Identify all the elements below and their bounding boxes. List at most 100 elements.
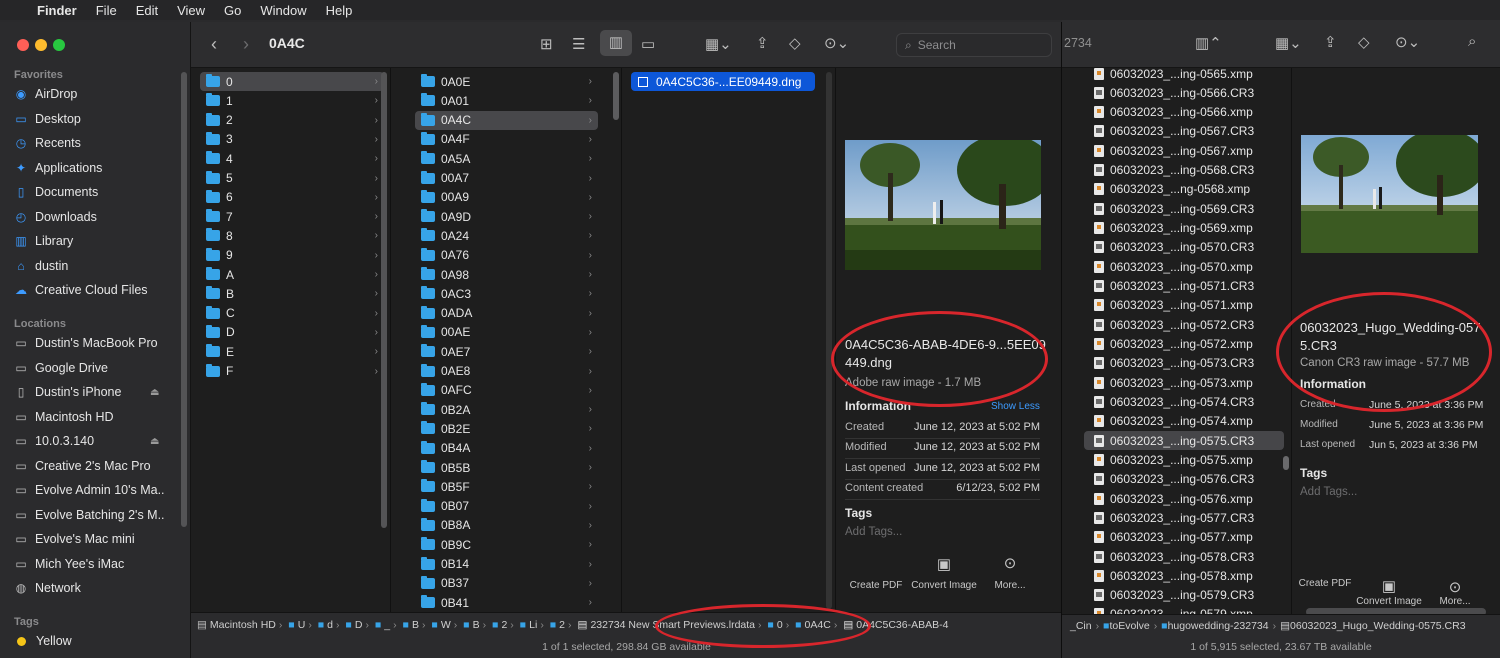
sidebar-item[interactable]: ▭ Creative 2's Mac Pro bbox=[14, 455, 164, 477]
create-pdf-button[interactable]: Create PDF bbox=[1292, 578, 1358, 589]
gallery-view-icon[interactable]: ▭ bbox=[641, 35, 655, 53]
column2-folder-row[interactable]: 0A76 › bbox=[415, 246, 598, 265]
share-icon[interactable]: ⇪ bbox=[756, 34, 769, 52]
path-item[interactable]: Macintosh HD bbox=[210, 619, 276, 631]
file-row[interactable]: 06032023_...ing-0571.CR3 bbox=[1084, 277, 1284, 296]
path-item[interactable]: hugowedding-232734 bbox=[1168, 620, 1269, 632]
column2-folder-row[interactable]: 0B41 › bbox=[415, 593, 598, 612]
sidebar-item[interactable]: ✦ Applications bbox=[14, 157, 164, 179]
sidebar-item[interactable]: ◉ AirDrop bbox=[14, 83, 164, 105]
sidebar-item[interactable]: ▭ Desktop bbox=[14, 108, 164, 130]
menu-go[interactable]: Go bbox=[224, 3, 241, 18]
path-item[interactable]: d bbox=[327, 619, 333, 631]
sidebar-item[interactable]: ▯ Dustin's iPhone bbox=[14, 381, 164, 403]
sidebar-item[interactable]: ▭ Evolve Batching 2's M... bbox=[14, 504, 164, 526]
column1-folder-row[interactable]: A › bbox=[200, 265, 384, 284]
menu-window[interactable]: Window bbox=[260, 3, 306, 18]
file-row[interactable]: 06032023_...ing-0572.CR3 bbox=[1084, 315, 1284, 334]
file-row[interactable]: 06032023_...ing-0576.xmp bbox=[1084, 489, 1284, 508]
view-columns-icon[interactable]: ▥⌃ bbox=[1195, 34, 1222, 52]
sidebar-item[interactable]: ▭ Mich Yee's iMac bbox=[14, 553, 164, 575]
file-row[interactable]: 06032023_...ing-0571.xmp bbox=[1084, 296, 1284, 315]
menu-finder[interactable]: Finder bbox=[37, 3, 77, 18]
zoom-icon[interactable] bbox=[53, 39, 65, 51]
eject-icon[interactable]: ⏏ bbox=[150, 436, 159, 447]
column1-folder-row[interactable]: B › bbox=[200, 284, 384, 303]
file-row[interactable]: 06032023_...ing-0578.xmp bbox=[1084, 566, 1284, 585]
back-window-scrollbar[interactable] bbox=[1283, 456, 1289, 470]
add-tags-field[interactable]: Add Tags... bbox=[1300, 486, 1357, 498]
eject-icon[interactable]: ⏏ bbox=[150, 387, 159, 398]
sidebar-item[interactable]: ▥ Library bbox=[14, 230, 164, 252]
sidebar-item[interactable]: ▭ Macintosh HD bbox=[14, 406, 164, 428]
column1-folder-row[interactable]: F › bbox=[200, 362, 384, 381]
path-item[interactable]: 06032023_Hugo_Wedding-0575.CR3 bbox=[1290, 620, 1466, 632]
column1-folder-row[interactable]: E › bbox=[200, 342, 384, 361]
column2-folder-row[interactable]: 0B9C › bbox=[415, 535, 598, 554]
tag-icon[interactable]: ◇ bbox=[1358, 33, 1370, 51]
convert-image-button[interactable]: ▣ Convert Image bbox=[909, 554, 979, 592]
file-row[interactable]: 06032023_...ing-0577.CR3 bbox=[1084, 508, 1284, 527]
column2-folder-row[interactable]: 0B4A › bbox=[415, 439, 598, 458]
file-row[interactable]: 06032023_...ing-0573.xmp bbox=[1084, 373, 1284, 392]
file-row[interactable]: 06032023_...ing-0579.CR3 bbox=[1084, 586, 1284, 605]
sidebar-item[interactable]: ▭ 10.0.3.140 bbox=[14, 430, 164, 452]
sidebar-item[interactable]: ▯ Documents bbox=[14, 181, 164, 203]
file-row[interactable]: 06032023_...ing-0570.xmp bbox=[1084, 257, 1284, 276]
column2-folder-row[interactable]: 0B37 › bbox=[415, 574, 598, 593]
file-row[interactable]: 06032023_...ing-0574.xmp bbox=[1084, 412, 1284, 431]
path-item[interactable]: D bbox=[355, 619, 363, 631]
sidebar-item[interactable]: ◷ Recents bbox=[14, 132, 164, 154]
sidebar-item[interactable]: ▭ Dustin's MacBook Pro bbox=[14, 332, 164, 354]
path-item[interactable]: B bbox=[473, 619, 480, 631]
path-item[interactable]: W bbox=[441, 619, 451, 631]
path-item[interactable]: 2 bbox=[501, 619, 507, 631]
search-icon[interactable]: ⌕ bbox=[1468, 33, 1476, 50]
column2-folder-row[interactable]: 0B5B › bbox=[415, 458, 598, 477]
file-row[interactable]: 06032023_...ing-0575.CR3 bbox=[1084, 431, 1284, 451]
file-row[interactable]: 06032023_...ing-0568.CR3 bbox=[1084, 161, 1284, 180]
menu-view[interactable]: View bbox=[177, 3, 205, 18]
file-row[interactable]: 06032023_...ing-0567.CR3 bbox=[1084, 122, 1284, 141]
sidebar-item[interactable]: ▭ Google Drive bbox=[14, 357, 164, 379]
file-row[interactable]: 06032023_...ng-0568.xmp bbox=[1084, 180, 1284, 199]
file-row[interactable]: 06032023_...ing-0566.xmp bbox=[1084, 103, 1284, 122]
column-view-icon[interactable]: ▥ bbox=[600, 30, 632, 56]
column1-folder-row[interactable]: 2 › bbox=[200, 111, 384, 130]
column2-folder-row[interactable]: 00AE › bbox=[415, 323, 598, 342]
column2-folder-row[interactable]: 0A24 › bbox=[415, 226, 598, 245]
icon-view-icon[interactable]: ⊞ bbox=[540, 35, 553, 53]
column2-folder-row[interactable]: 0AE8 › bbox=[415, 362, 598, 381]
column2-folder-row[interactable]: 0B5F › bbox=[415, 477, 598, 496]
path-item[interactable]: 2 bbox=[559, 619, 565, 631]
path-item[interactable]: U bbox=[298, 619, 306, 631]
create-pdf-button[interactable]: Create PDF bbox=[841, 554, 911, 591]
file-row[interactable]: 06032023_...ing-0575.xmp bbox=[1084, 450, 1284, 469]
column-2-scrollbar[interactable] bbox=[613, 72, 619, 120]
sidebar-item[interactable]: ⌂ dustin bbox=[14, 255, 164, 277]
column2-folder-row[interactable]: 00A7 › bbox=[415, 169, 598, 188]
sidebar-item[interactable]: ▭ Evolve Admin 10's Ma... bbox=[14, 479, 164, 501]
column1-folder-row[interactable]: 6 › bbox=[200, 188, 384, 207]
action-menu-icon[interactable]: ⊙⌄ bbox=[1395, 33, 1420, 51]
column1-folder-row[interactable]: 3 › bbox=[200, 130, 384, 149]
file-row[interactable]: 06032023_...ing-0572.xmp bbox=[1084, 334, 1284, 353]
sidebar-item[interactable]: ◴ Downloads bbox=[14, 206, 164, 228]
column2-folder-row[interactable]: 0A0E › bbox=[415, 72, 598, 91]
selected-file-row[interactable]: 0A4C5C36-...EE09449.dng bbox=[631, 72, 815, 91]
column-1-scrollbar[interactable] bbox=[381, 72, 387, 528]
column2-folder-row[interactable]: 0AFC › bbox=[415, 381, 598, 400]
path-item[interactable]: toEvolve bbox=[1109, 620, 1149, 632]
column2-folder-row[interactable]: 0A9D › bbox=[415, 207, 598, 226]
file-row[interactable]: 06032023_...ing-0576.CR3 bbox=[1084, 470, 1284, 489]
path-item[interactable]: B bbox=[412, 619, 419, 631]
menu-edit[interactable]: Edit bbox=[136, 3, 158, 18]
sidebar-item[interactable]: ▭ Evolve's Mac mini bbox=[14, 528, 164, 550]
column1-folder-row[interactable]: 9 › bbox=[200, 246, 384, 265]
file-row[interactable]: 06032023_...ing-0567.xmp bbox=[1084, 141, 1284, 160]
forward-chevron-icon[interactable]: › bbox=[243, 34, 249, 55]
file-row[interactable]: 06032023_...ing-0574.CR3 bbox=[1084, 392, 1284, 411]
column2-folder-row[interactable]: 0AC3 › bbox=[415, 284, 598, 303]
file-row[interactable]: 06032023_...ing-0573.CR3 bbox=[1084, 354, 1284, 373]
minimize-icon[interactable] bbox=[35, 39, 47, 51]
